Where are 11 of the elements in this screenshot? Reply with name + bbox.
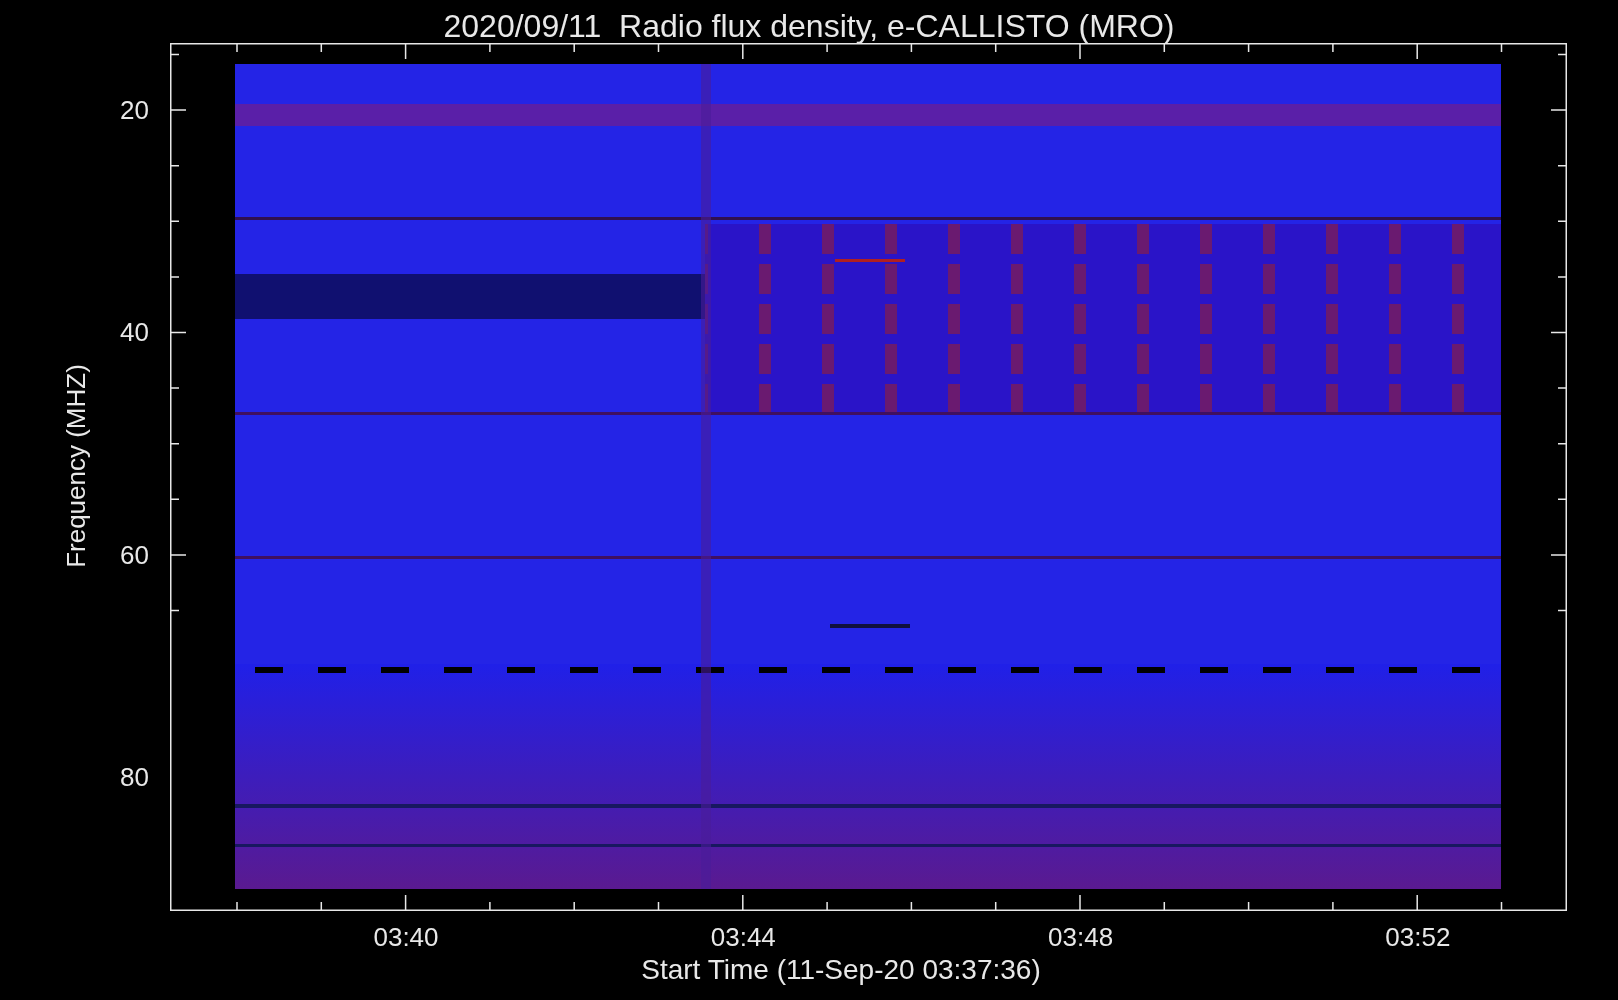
x-tick-label: 03:40 [373,924,439,950]
x-axis-label: Start Time (11-Sep-20 03:37:36) [641,956,1041,984]
x-tick-label: 03:44 [710,924,776,950]
y-tick-label: 60 [120,541,149,568]
chart-title: 2020/09/11 Radio flux density, e-CALLISTO (MRO) [443,8,1175,44]
y-tick-label: 40 [120,319,149,346]
y-tick-label: 20 [120,97,149,123]
y-tick-label: 80 [120,763,149,790]
x-tick-label: 03:48 [1048,924,1114,950]
x-tick-label: 03:52 [1385,924,1451,950]
y-axis-label: Frequency (MHZ) [59,364,92,568]
